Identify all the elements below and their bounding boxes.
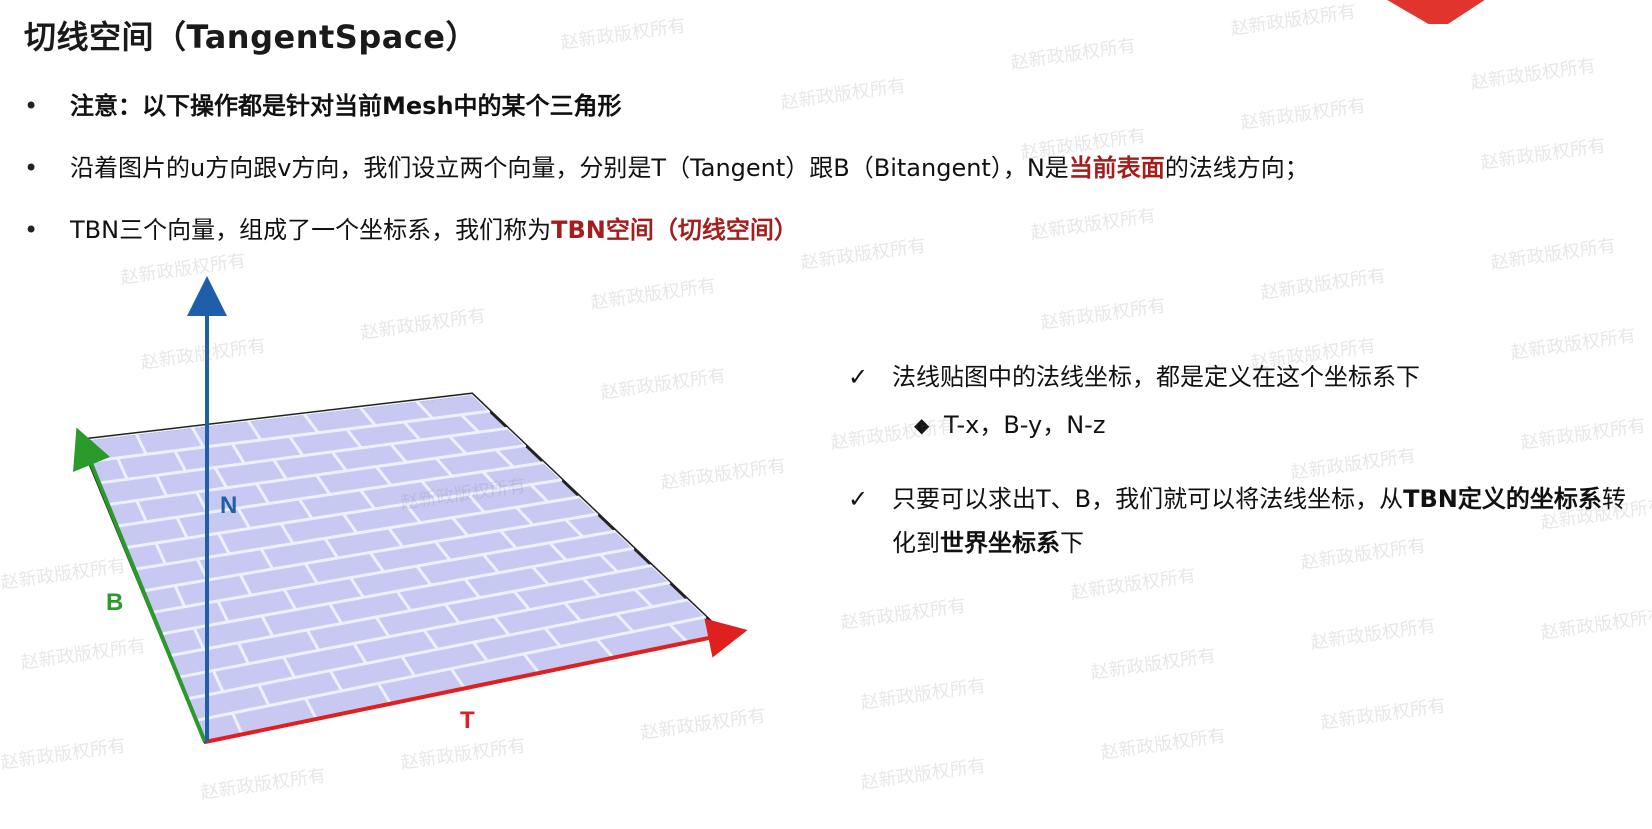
transform-text-1: 只要可以求出T、B，我们就可以将法线坐标，从 [892, 485, 1404, 513]
transform-bold-tbn: TBN定义的坐标系 [1403, 485, 1602, 513]
t-label: T [460, 707, 475, 734]
check-item-transform: ✓ 只要可以求出T、B，我们就可以将法线坐标，从TBN定义的坐标系转化到世界坐标… [848, 477, 1638, 565]
bullet-tbn-highlight: TBN空间（切线空间） [551, 216, 798, 244]
bullet-tbn-space: • TBN三个向量，组成了一个坐标系，我们称为TBN空间（切线空间） [22, 212, 1642, 274]
tbn-diagram-svg: N B T [73, 276, 748, 744]
b-label: B [106, 589, 123, 616]
watermark-text: 赵新政版权所有 [1319, 695, 1448, 734]
corner-decoration [1370, 0, 1500, 24]
bullet-list: • 注意：以下操作都是针对当前Mesh中的某个三角形 • 沿着图片的u方向跟v方… [22, 88, 1642, 274]
watermark-text: 赵新政版权所有 [859, 675, 988, 714]
bullet-note: • 注意：以下操作都是针对当前Mesh中的某个三角形 [22, 88, 1642, 150]
transform-bold-world: 世界坐标系 [940, 529, 1060, 557]
bullet-dot: • [24, 154, 39, 182]
n-label: N [220, 492, 237, 519]
sub-item-text: T-x，B-y，N-z [944, 411, 1106, 439]
explanation-panel: ✓ 法线贴图中的法线坐标，都是定义在这个坐标系下 ◆ T-x，B-y，N-z ✓… [848, 355, 1638, 575]
transform-text-3: 下 [1060, 529, 1084, 557]
watermark-text: 赵新政版权所有 [1089, 645, 1218, 684]
check-icon: ✓ [848, 363, 869, 391]
watermark-text: 赵新政版权所有 [1229, 1, 1358, 40]
check-icon: ✓ [848, 485, 869, 513]
bullet-uv-text-end: 的法线方向； [1164, 154, 1309, 182]
watermark-text: 赵新政版权所有 [559, 15, 688, 54]
bullet-uv-vectors: • 沿着图片的u方向跟v方向，我们设立两个向量，分别是T（Tangent）跟B（… [22, 150, 1642, 212]
page-title: 切线空间（TangentSpace） [24, 18, 478, 56]
watermark-text: 赵新政版权所有 [1309, 615, 1438, 654]
bullet-dot: • [24, 216, 39, 244]
bullet-tbn-text: TBN三个向量，组成了一个坐标系，我们称为 [70, 216, 552, 244]
diamond-icon: ◆ [914, 413, 930, 437]
check-item-normal-coords: ✓ 法线贴图中的法线坐标，都是定义在这个坐标系下 [848, 355, 1638, 399]
tbn-diagram: N B T [0, 270, 790, 825]
watermark-text: 赵新政版权所有 [1009, 35, 1138, 74]
bullet-uv-highlight: 当前表面 [1068, 154, 1165, 182]
watermark-text: 赵新政版权所有 [859, 755, 988, 794]
watermark-text: 赵新政版权所有 [1539, 605, 1652, 644]
watermark-text: 赵新政版权所有 [1099, 725, 1228, 764]
watermark-text: 赵新政版权所有 [839, 595, 968, 634]
sub-item-axis-mapping: ◆ T-x，B-y，N-z [848, 403, 1638, 447]
bullet-uv-text: 沿着图片的u方向跟v方向，我们设立两个向量，分别是T（Tangent）跟B（Bi… [70, 154, 1069, 182]
watermark-text: 赵新政版权所有 [1039, 295, 1168, 334]
bullet-note-text: 注意：以下操作都是针对当前Mesh中的某个三角形 [70, 92, 622, 120]
check-item-text: 法线贴图中的法线坐标，都是定义在这个坐标系下 [892, 363, 1420, 391]
bullet-dot: • [24, 92, 39, 120]
